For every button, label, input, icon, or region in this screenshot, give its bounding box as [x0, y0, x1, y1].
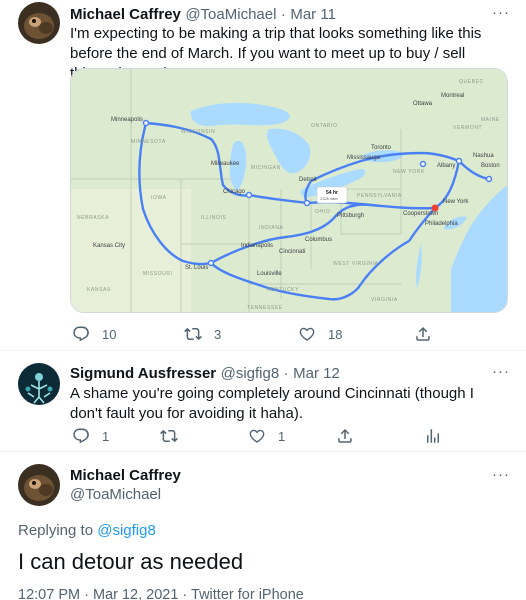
- reply-icon: [73, 428, 89, 444]
- map-city-label: Minneapolis: [111, 117, 143, 123]
- more-options-icon[interactable]: ···: [492, 466, 510, 483]
- map-city-label: Montreal: [441, 93, 464, 99]
- map-state-label: WISCONSIN: [181, 129, 215, 135]
- map-city-label: Nashua: [473, 153, 494, 159]
- reply-button[interactable]: 1: [72, 427, 160, 445]
- map-image[interactable]: Minneapolis Milwaukee Chicago Detroit To…: [70, 68, 508, 313]
- author-handle[interactable]: @ToaMichael: [185, 6, 276, 23]
- author-name[interactable]: Sigmund Ausfresser: [70, 365, 216, 382]
- tweet-actions: 10 3 18: [72, 325, 444, 343]
- replying-to: Replying to @sigfig8: [18, 522, 156, 539]
- map-city-label: Cooperstown: [403, 211, 438, 217]
- avatar-image: [18, 2, 60, 44]
- map-state-label: NEW YORK: [393, 169, 425, 175]
- separator-dot: ·: [280, 6, 286, 23]
- analytics-button[interactable]: [424, 427, 454, 445]
- reply-count: 10: [102, 326, 117, 342]
- map-city-label: Ottawa: [413, 101, 433, 107]
- retweet-button[interactable]: [160, 427, 248, 445]
- reply-count: 1: [102, 428, 110, 444]
- map-city-label: Milwaukee: [211, 161, 240, 167]
- replying-to-handle[interactable]: @sigfig8: [97, 522, 156, 539]
- author-name[interactable]: Michael Caffrey: [70, 6, 181, 23]
- map-city-label: Albany: [437, 163, 455, 169]
- map-state-label: VIRGINIA: [371, 297, 398, 303]
- like-count: 18: [328, 326, 343, 342]
- retweet-icon: [160, 429, 178, 443]
- map-city-label: Detroit: [299, 177, 317, 183]
- like-button[interactable]: 1: [248, 427, 336, 445]
- map-state-label: ONTARIO: [311, 123, 338, 129]
- share-button[interactable]: [336, 427, 424, 445]
- map-state-label: MAINE: [481, 117, 500, 123]
- tweet-3-focused[interactable]: Michael Caffrey @ToaMichael ··· Replying…: [0, 452, 526, 600]
- author-handle[interactable]: @ToaMichael: [70, 486, 161, 503]
- author-handle[interactable]: @sigfig8: [221, 365, 280, 382]
- map-state-label: MISSOURI: [143, 271, 173, 277]
- tweet-date[interactable]: Mar 12: [293, 365, 340, 382]
- map-state-label: PENNSYLVANIA: [357, 193, 402, 199]
- map-state-label: INDIANA: [259, 225, 284, 231]
- map-state-label: ILLINOIS: [201, 215, 226, 221]
- more-options-icon[interactable]: ···: [492, 4, 510, 21]
- avatar-image: [18, 363, 60, 405]
- map-city-label: St. Louis: [185, 265, 208, 271]
- map-city-label: New York: [443, 199, 469, 205]
- separator-dot: ·: [283, 365, 289, 382]
- replying-to-label: Replying to: [18, 522, 98, 539]
- map-city-label: Columbus: [305, 237, 332, 243]
- avatar[interactable]: [18, 363, 60, 405]
- map-city-label: Indianapolis: [241, 243, 273, 249]
- more-options-icon[interactable]: ···: [492, 363, 510, 380]
- avatar[interactable]: [18, 464, 60, 506]
- map-state-label: NEBRASKA: [77, 215, 109, 221]
- map-state-label: MICHIGAN: [251, 165, 281, 171]
- map-city-label: Boston: [481, 163, 500, 169]
- heart-icon: [299, 327, 315, 341]
- map-city-label: Philadelphia: [425, 221, 458, 227]
- retweet-icon: [184, 327, 202, 341]
- map-city-label: Chicago: [223, 189, 246, 195]
- author-name[interactable]: Michael Caffrey: [70, 467, 181, 484]
- route-map: Minneapolis Milwaukee Chicago Detroit To…: [71, 69, 507, 312]
- map-state-label: KANSAS: [87, 287, 111, 293]
- map-state-label: KENTUCKY: [267, 287, 299, 293]
- like-count: 1: [278, 428, 286, 444]
- map-city-label: Mississauga: [347, 155, 381, 161]
- avatar[interactable]: [18, 2, 60, 44]
- map-state-label: QUEBEC: [459, 79, 484, 85]
- route-distance: 3,525 miles: [320, 197, 338, 201]
- share-icon: [416, 326, 430, 341]
- tweet-timestamp[interactable]: 12:07 PM · Mar 12, 2021 · Twitter for iP…: [18, 587, 304, 600]
- tweet-text: I can detour as needed: [18, 549, 244, 574]
- map-city-label: Toronto: [371, 145, 392, 151]
- reply-button[interactable]: 10: [72, 325, 184, 343]
- map-city-label: Pittsburgh: [337, 213, 364, 219]
- like-button[interactable]: 18: [298, 325, 414, 343]
- map-state-label: WEST VIRGINIA: [333, 261, 379, 267]
- tweet-1[interactable]: Michael Caffrey @ToaMichael · Mar 11 ···…: [0, 0, 526, 350]
- reply-icon: [73, 326, 89, 342]
- share-button[interactable]: [414, 325, 444, 343]
- tweet-2[interactable]: Sigmund Ausfresser @sigfig8 · Mar 12 ···…: [0, 351, 526, 451]
- map-city-label: Cincinnati: [279, 249, 305, 255]
- avatar-image: [18, 464, 60, 506]
- tweet-date[interactable]: Mar 11: [290, 6, 336, 23]
- tweet-actions: 1 1: [72, 427, 454, 445]
- route-time: 54 hr: [326, 190, 338, 196]
- map-city-label: Louisville: [257, 271, 282, 277]
- tweet-text: A shame you're going completely around C…: [70, 385, 474, 422]
- analytics-icon: [427, 429, 439, 443]
- map-state-label: OHIO: [315, 209, 330, 215]
- retweet-button[interactable]: 3: [184, 325, 298, 343]
- map-city-label: Kansas City: [93, 243, 125, 249]
- retweet-count: 3: [214, 326, 222, 342]
- map-state-label: VERMONT: [453, 125, 482, 131]
- route-info-box: 54 hr 3,525 miles: [316, 186, 348, 204]
- map-state-label: MINNESOTA: [131, 139, 166, 145]
- heart-icon: [249, 429, 265, 443]
- map-state-label: TENNESSEE: [247, 305, 283, 311]
- map-state-label: IOWA: [151, 195, 167, 201]
- share-icon: [338, 428, 352, 443]
